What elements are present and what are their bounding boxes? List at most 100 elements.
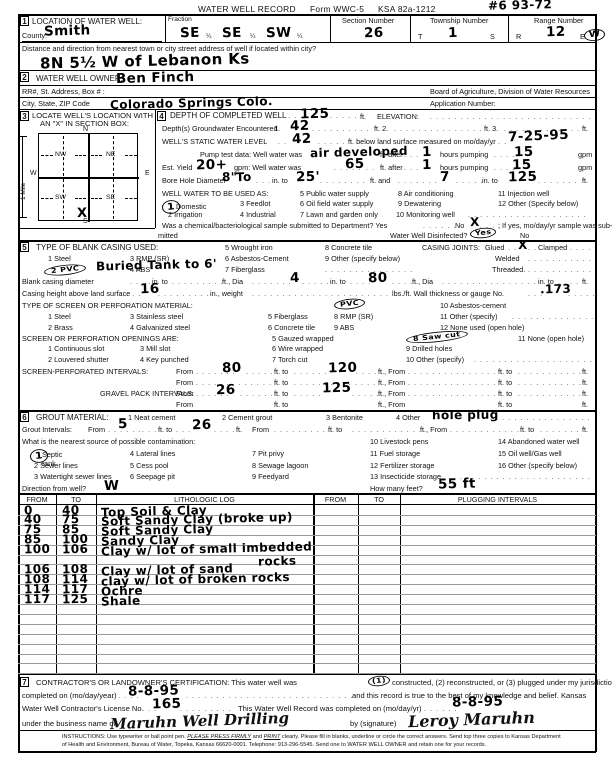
grout-type-1[interactable]: 1 Neat cement xyxy=(128,413,175,422)
screen-to-1-value[interactable]: 120 xyxy=(328,360,358,377)
contam-3[interactable]: 3 Watertight sewer lines xyxy=(34,472,112,481)
contam-4[interactable]: 4 Lateral lines xyxy=(130,449,175,458)
casing-type-7[interactable]: 7 Fiberglass xyxy=(225,265,265,274)
use-option-2[interactable]: 2 Irrigation xyxy=(168,210,202,219)
screen-from-1-value[interactable]: 80 xyxy=(222,360,242,376)
opening-9[interactable]: 9 Drilled holes xyxy=(406,344,452,353)
litho-to-cell[interactable]: 125 xyxy=(62,591,94,606)
screen-material-7[interactable]: PVC xyxy=(333,297,366,311)
section-number-value[interactable]: 26 xyxy=(364,25,384,41)
joints-glued-label[interactable]: Glued xyxy=(485,243,504,252)
litho-from-cell[interactable]: 100 xyxy=(24,542,54,557)
casing-height-value[interactable]: 16 xyxy=(140,281,160,297)
screen-material-3[interactable]: 3 Stainless steel xyxy=(130,312,183,321)
screen-material-5[interactable]: 5 Fiberglass xyxy=(268,312,308,321)
opening-2[interactable]: 2 Louvered shutter xyxy=(48,355,109,364)
joints-glued-mark[interactable]: X xyxy=(518,238,528,252)
bore-diameter-2[interactable]: 7 xyxy=(440,169,450,185)
use-option-8[interactable]: 8 Air conditioning xyxy=(398,189,454,198)
fraction-3[interactable]: SW xyxy=(266,25,292,42)
signature-value[interactable]: Leroy Maruhn xyxy=(408,708,535,731)
blank-casing-note[interactable]: Buried Tank to 6' xyxy=(96,257,217,274)
opening-10[interactable]: 10 Other (specify) xyxy=(406,355,464,364)
grout-from-1-value[interactable]: 5 xyxy=(118,416,128,432)
contam-16[interactable]: 16 Other (specify below) xyxy=(498,461,577,470)
bore-depth-1[interactable]: 25' xyxy=(296,169,321,186)
use-option-12[interactable]: 12 Other (Specify below) xyxy=(498,199,578,208)
range-w-circled[interactable]: W xyxy=(583,27,607,43)
casing-type-9[interactable]: 9 Other (specify below) xyxy=(325,254,400,263)
blank-dia-2[interactable]: 4 xyxy=(290,270,300,286)
howmany-value[interactable]: 55 ft xyxy=(438,476,476,493)
wall-thickness-value[interactable]: .173 xyxy=(540,282,572,297)
use-option-11[interactable]: 11 Injection well xyxy=(498,189,549,198)
casing-type-5[interactable]: 5 Wrought iron xyxy=(225,243,273,252)
contam-8[interactable]: 8 Sewage lagoon xyxy=(252,461,308,470)
screen-material-4[interactable]: 4 Galvanized steel xyxy=(130,323,190,332)
litho-from-cell[interactable]: 117 xyxy=(24,591,54,606)
fraction-2[interactable]: SE xyxy=(222,25,242,41)
contam-10[interactable]: 10 Livestock pens xyxy=(370,437,428,446)
grout-type-2[interactable]: 2 Cement grout xyxy=(222,413,272,422)
record-completed-date[interactable]: 8-8-95 xyxy=(452,693,504,710)
contam-9[interactable]: 9 Feedyard xyxy=(252,472,289,481)
contam-13[interactable]: 13 Insecticide storage xyxy=(370,472,441,481)
grout-type-4[interactable]: 4 Other xyxy=(396,413,420,422)
section-box-x-mark[interactable]: X xyxy=(77,206,88,221)
screen-material-11[interactable]: 11 Other (specify) xyxy=(440,312,497,321)
gravel-from-1-value[interactable]: 26 xyxy=(216,382,236,398)
contam-15[interactable]: 15 Oil well/Gas well xyxy=(498,449,562,458)
gravel-to-1-value[interactable]: 125 xyxy=(322,380,352,397)
static-level-value[interactable]: 42 xyxy=(292,131,312,147)
screen-material-8[interactable]: 8 RMP (SR) xyxy=(334,312,373,321)
screen-material-1[interactable]: 1 Steel xyxy=(48,312,71,321)
casing-type-6[interactable]: 6 Asbestos-Cement xyxy=(225,254,289,263)
yield-hours-value[interactable]: 1 xyxy=(422,157,432,173)
joints-threaded-label[interactable]: Threaded. xyxy=(492,265,525,274)
cert-option-1[interactable]: (1) xyxy=(367,674,391,688)
license-value[interactable]: 165 xyxy=(152,696,182,713)
opening-5[interactable]: 5 Gauzed wrapped xyxy=(272,334,334,343)
blank-dia-2-to[interactable]: 80 xyxy=(368,270,388,286)
bore-to-note[interactable]: To xyxy=(236,170,252,184)
use-option-7[interactable]: 7 Lawn and garden only xyxy=(300,210,378,219)
use-option-3[interactable]: 3 Feedlot xyxy=(240,199,270,208)
casing-type-2[interactable]: 2 PVC xyxy=(43,262,87,278)
use-option-6[interactable]: 6 Oil field water supply xyxy=(300,199,373,208)
use-option-4[interactable]: 4 Industrial xyxy=(240,210,276,219)
screen-material-9[interactable]: 9 ABS xyxy=(334,323,354,332)
joints-clamped-label[interactable]: Clamped xyxy=(538,243,567,252)
grout-other-value[interactable]: hole plug xyxy=(432,408,499,423)
opening-1[interactable]: 1 Continuous slot xyxy=(48,344,104,353)
grout-to-1-value[interactable]: 26 xyxy=(192,417,212,433)
joints-welded-label[interactable]: Welded xyxy=(495,254,520,263)
range-value[interactable]: 12 xyxy=(546,24,566,40)
fraction-1[interactable]: SE xyxy=(180,25,200,41)
contam-11[interactable]: 11 Fuel storage xyxy=(370,449,420,458)
screen-material-10[interactable]: 10 Asbestos-cement xyxy=(440,301,506,310)
litho-to-cell[interactable]: 106 xyxy=(62,542,94,557)
county-value[interactable]: Smith xyxy=(44,22,91,39)
static-measure-date[interactable]: 7-25-95 xyxy=(508,127,570,146)
disinfect-yes-option[interactable]: Yes xyxy=(469,226,497,240)
opening-4[interactable]: 4 Key punched xyxy=(140,355,189,364)
use-option-9[interactable]: 9 Dewatering xyxy=(398,199,441,208)
opening-11[interactable]: 11 None (open hole) xyxy=(518,334,584,343)
opening-8[interactable]: 8 Saw cut xyxy=(405,328,468,346)
casing-type-1[interactable]: 1 Steel xyxy=(48,254,71,263)
direction-value[interactable]: W xyxy=(104,478,120,494)
opening-7[interactable]: 7 Torch cut xyxy=(272,355,308,364)
grout-type-3[interactable]: 3 Bentonite xyxy=(326,413,363,422)
opening-3[interactable]: 3 Mill slot xyxy=(140,344,170,353)
contam-7[interactable]: 7 Pit privy xyxy=(252,449,284,458)
use-option-5[interactable]: 5 Public water supply xyxy=(300,189,369,198)
opening-6[interactable]: 6 Wire wrapped xyxy=(272,344,323,353)
bore-depth-2[interactable]: 125 xyxy=(508,169,538,186)
contam-12[interactable]: 12 Fertilizer storage xyxy=(370,461,435,470)
casing-type-8[interactable]: 8 Concrete tile xyxy=(325,243,372,252)
contam-2[interactable]: 2 Sewer lines xyxy=(34,461,78,470)
contam-14[interactable]: 14 Abandoned water well xyxy=(498,437,580,446)
section-box[interactable]: NW NE SW SE X xyxy=(38,133,139,222)
screen-material-6[interactable]: 6 Concrete tile xyxy=(268,323,315,332)
contam-6[interactable]: 6 Seepage pit xyxy=(130,472,175,481)
